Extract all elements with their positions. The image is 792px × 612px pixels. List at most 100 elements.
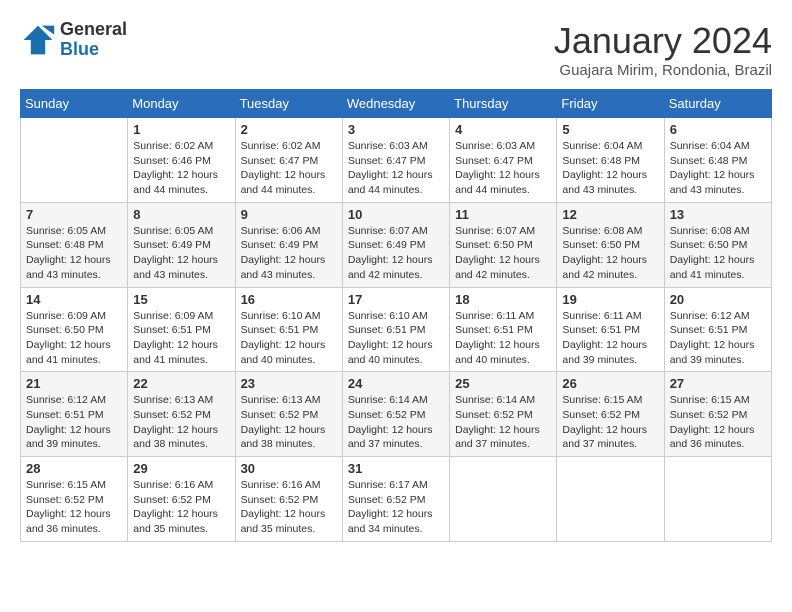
day-info: Sunrise: 6:05 AMSunset: 6:48 PMDaylight:…	[26, 224, 122, 283]
calendar-cell	[664, 457, 771, 542]
calendar-cell: 12 Sunrise: 6:08 AMSunset: 6:50 PMDayligh…	[557, 202, 664, 287]
calendar-cell: 10Sunrise: 6:07 AMSunset: 6:49 PMDayligh…	[342, 202, 449, 287]
day-number: 7	[26, 207, 122, 222]
day-info: Sunrise: 6:07 AMSunset: 6:50 PMDaylight:…	[455, 224, 551, 283]
logo-icon	[20, 22, 56, 58]
weekday-header-thursday: Thursday	[450, 90, 557, 118]
day-number: 29	[133, 461, 229, 476]
day-info: Sunrise: 6:10 AMSunset: 6:51 PMDaylight:…	[241, 309, 337, 368]
day-info: Sunrise: 6:09 AMSunset: 6:51 PMDaylight:…	[133, 309, 229, 368]
day-number: 1	[133, 122, 229, 137]
calendar-cell: 16 Sunrise: 6:10 AMSunset: 6:51 PMDayligh…	[235, 287, 342, 372]
day-info: Sunrise: 6:04 AMSunset: 6:48 PMDaylight:…	[562, 139, 658, 198]
day-number: 11	[455, 207, 551, 222]
location-subtitle: Guajara Mirim, Rondonia, Brazil	[554, 62, 772, 79]
calendar-week-row: 28 Sunrise: 6:15 AMSunset: 6:52 PMDayligh…	[21, 457, 772, 542]
calendar-cell: 3Sunrise: 6:03 AMSunset: 6:47 PMDaylight…	[342, 118, 449, 203]
day-number: 31	[348, 461, 444, 476]
day-info: Sunrise: 6:15 AMSunset: 6:52 PMDaylight:…	[26, 478, 122, 537]
day-info: Sunrise: 6:14 AMSunset: 6:52 PMDaylight:…	[348, 393, 444, 452]
calendar-cell: 29 Sunrise: 6:16 AMSunset: 6:52 PMDayligh…	[128, 457, 235, 542]
calendar-cell: 22Sunrise: 6:13 AMSunset: 6:52 PMDayligh…	[128, 372, 235, 457]
day-number: 12	[562, 207, 658, 222]
day-info: Sunrise: 6:15 AMSunset: 6:52 PMDaylight:…	[562, 393, 658, 452]
logo-blue-text: Blue	[60, 40, 127, 60]
weekday-header-monday: Monday	[128, 90, 235, 118]
day-info: Sunrise: 6:05 AMSunset: 6:49 PMDaylight:…	[133, 224, 229, 283]
day-info: Sunrise: 6:02 AMSunset: 6:46 PMDaylight:…	[133, 139, 229, 198]
day-info: Sunrise: 6:06 AMSunset: 6:49 PMDaylight:…	[241, 224, 337, 283]
calendar-cell: 11 Sunrise: 6:07 AMSunset: 6:50 PMDayligh…	[450, 202, 557, 287]
day-number: 6	[670, 122, 766, 137]
calendar-cell: 14Sunrise: 6:09 AMSunset: 6:50 PMDayligh…	[21, 287, 128, 372]
day-number: 25	[455, 376, 551, 391]
calendar-cell: 31 Sunrise: 6:17 AMSunset: 6:52 PMDayligh…	[342, 457, 449, 542]
calendar-cell: 1 Sunrise: 6:02 AMSunset: 6:46 PMDaylight…	[128, 118, 235, 203]
day-info: Sunrise: 6:08 AMSunset: 6:50 PMDaylight:…	[562, 224, 658, 283]
day-info: Sunrise: 6:16 AMSunset: 6:52 PMDaylight:…	[133, 478, 229, 537]
calendar-cell: 5 Sunrise: 6:04 AMSunset: 6:48 PMDaylight…	[557, 118, 664, 203]
calendar-cell: 25 Sunrise: 6:14 AMSunset: 6:52 PMDayligh…	[450, 372, 557, 457]
calendar-week-row: 14Sunrise: 6:09 AMSunset: 6:50 PMDayligh…	[21, 287, 772, 372]
day-info: Sunrise: 6:03 AMSunset: 6:47 PMDaylight:…	[455, 139, 551, 198]
calendar-cell	[557, 457, 664, 542]
page-header: General Blue January 2024 Guajara Mirim,…	[20, 20, 772, 79]
logo-text: General Blue	[60, 20, 127, 60]
day-info: Sunrise: 6:08 AMSunset: 6:50 PMDaylight:…	[670, 224, 766, 283]
calendar-cell	[21, 118, 128, 203]
day-number: 5	[562, 122, 658, 137]
calendar-week-row: 7 Sunrise: 6:05 AMSunset: 6:48 PMDaylight…	[21, 202, 772, 287]
calendar-cell: 7 Sunrise: 6:05 AMSunset: 6:48 PMDaylight…	[21, 202, 128, 287]
calendar-cell: 21Sunrise: 6:12 AMSunset: 6:51 PMDayligh…	[21, 372, 128, 457]
day-number: 21	[26, 376, 122, 391]
calendar-cell: 23Sunrise: 6:13 AMSunset: 6:52 PMDayligh…	[235, 372, 342, 457]
day-number: 16	[241, 292, 337, 307]
calendar-cell: 13 Sunrise: 6:08 AMSunset: 6:50 PMDayligh…	[664, 202, 771, 287]
day-number: 4	[455, 122, 551, 137]
calendar-cell: 20 Sunrise: 6:12 AMSunset: 6:51 PMDayligh…	[664, 287, 771, 372]
logo-general-text: General	[60, 20, 127, 40]
day-info: Sunrise: 6:07 AMSunset: 6:49 PMDaylight:…	[348, 224, 444, 283]
day-info: Sunrise: 6:16 AMSunset: 6:52 PMDaylight:…	[241, 478, 337, 537]
day-number: 24	[348, 376, 444, 391]
weekday-header-saturday: Saturday	[664, 90, 771, 118]
day-info: Sunrise: 6:15 AMSunset: 6:52 PMDaylight:…	[670, 393, 766, 452]
logo: General Blue	[20, 20, 127, 60]
day-number: 20	[670, 292, 766, 307]
calendar-cell: 26Sunrise: 6:15 AMSunset: 6:52 PMDayligh…	[557, 372, 664, 457]
calendar-cell: 2Sunrise: 6:02 AMSunset: 6:47 PMDaylight…	[235, 118, 342, 203]
calendar-cell: 17Sunrise: 6:10 AMSunset: 6:51 PMDayligh…	[342, 287, 449, 372]
calendar-cell: 18 Sunrise: 6:11 AMSunset: 6:51 PMDayligh…	[450, 287, 557, 372]
calendar-cell: 9 Sunrise: 6:06 AMSunset: 6:49 PMDaylight…	[235, 202, 342, 287]
weekday-header-tuesday: Tuesday	[235, 90, 342, 118]
day-number: 13	[670, 207, 766, 222]
day-number: 15	[133, 292, 229, 307]
day-number: 9	[241, 207, 337, 222]
day-number: 28	[26, 461, 122, 476]
day-info: Sunrise: 6:04 AMSunset: 6:48 PMDaylight:…	[670, 139, 766, 198]
weekday-header-friday: Friday	[557, 90, 664, 118]
day-info: Sunrise: 6:11 AMSunset: 6:51 PMDaylight:…	[455, 309, 551, 368]
day-number: 30	[241, 461, 337, 476]
calendar-cell: 15 Sunrise: 6:09 AMSunset: 6:51 PMDayligh…	[128, 287, 235, 372]
day-number: 8	[133, 207, 229, 222]
day-info: Sunrise: 6:09 AMSunset: 6:50 PMDaylight:…	[26, 309, 122, 368]
calendar-table: SundayMondayTuesdayWednesdayThursdayFrid…	[20, 89, 772, 542]
day-info: Sunrise: 6:12 AMSunset: 6:51 PMDaylight:…	[670, 309, 766, 368]
day-number: 17	[348, 292, 444, 307]
day-number: 22	[133, 376, 229, 391]
day-number: 27	[670, 376, 766, 391]
calendar-cell	[450, 457, 557, 542]
day-number: 23	[241, 376, 337, 391]
calendar-cell: 19Sunrise: 6:11 AMSunset: 6:51 PMDayligh…	[557, 287, 664, 372]
month-title: January 2024	[554, 20, 772, 62]
day-info: Sunrise: 6:14 AMSunset: 6:52 PMDaylight:…	[455, 393, 551, 452]
day-info: Sunrise: 6:17 AMSunset: 6:52 PMDaylight:…	[348, 478, 444, 537]
calendar-week-row: 1 Sunrise: 6:02 AMSunset: 6:46 PMDaylight…	[21, 118, 772, 203]
title-area: January 2024 Guajara Mirim, Rondonia, Br…	[554, 20, 772, 79]
weekday-header-wednesday: Wednesday	[342, 90, 449, 118]
day-number: 3	[348, 122, 444, 137]
day-info: Sunrise: 6:02 AMSunset: 6:47 PMDaylight:…	[241, 139, 337, 198]
day-number: 18	[455, 292, 551, 307]
weekday-header-sunday: Sunday	[21, 90, 128, 118]
